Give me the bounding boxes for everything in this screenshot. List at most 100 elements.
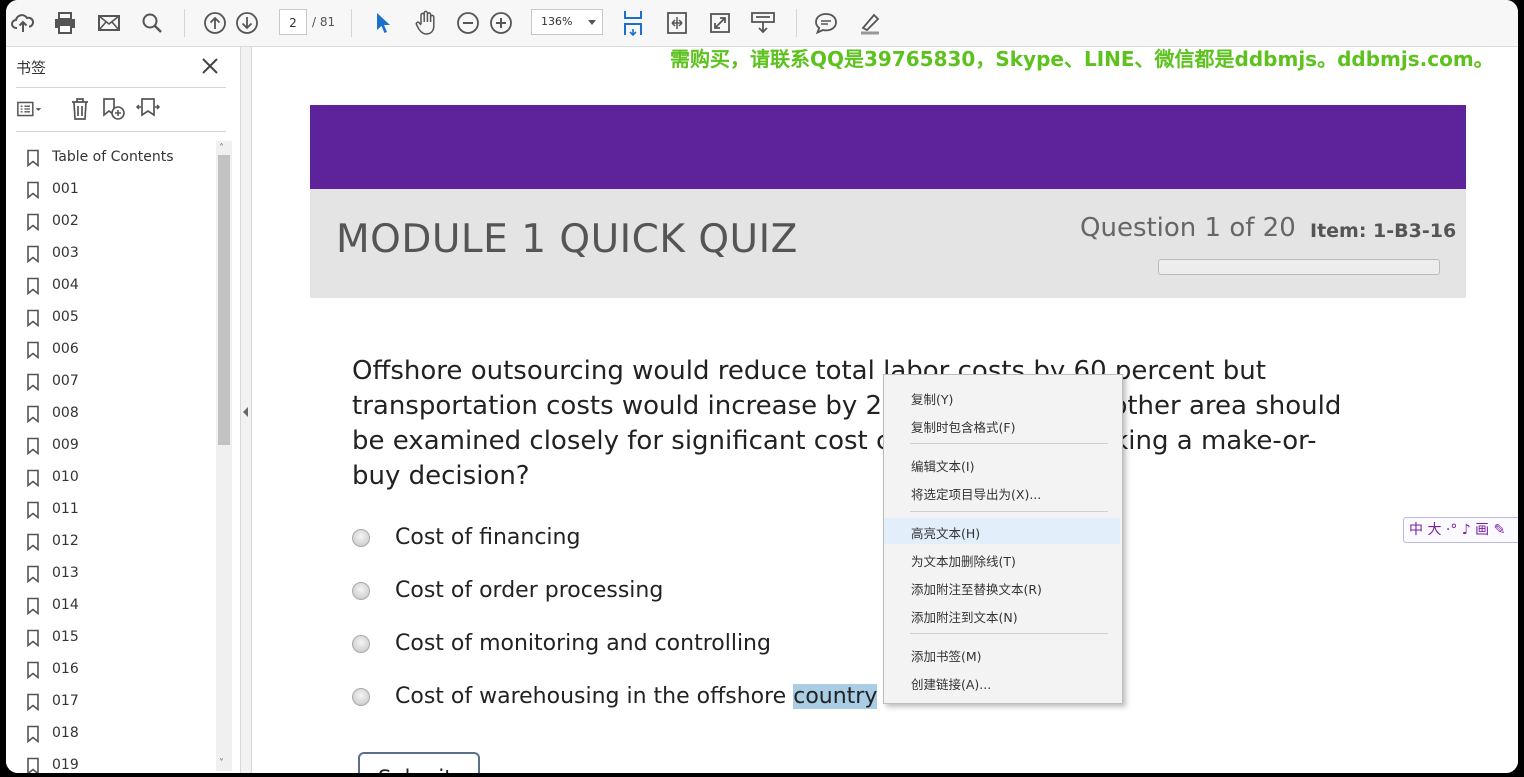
bookmark-options-icon[interactable] [16, 96, 44, 122]
menu-item-replace-note[interactable]: 添加附注至替换文本(R) [884, 574, 1120, 600]
comment-icon[interactable] [813, 10, 839, 36]
fit-page-scroll-icon[interactable] [620, 10, 646, 37]
zoom-in-icon[interactable] [488, 10, 514, 36]
watermark-text: 需购买，请联系QQ是39765830，Skype、LINE、微信都是ddbmjs… [670, 47, 1494, 71]
bookmark-item[interactable]: 003 [6, 237, 216, 269]
bookmark-icon [26, 373, 40, 395]
menu-item-strikethrough[interactable]: 为文本加删除线(T) [884, 546, 1120, 572]
menu-item-export-selection[interactable]: 将选定项目导出为(X)... [884, 479, 1120, 505]
bookmark-item[interactable]: 013 [6, 557, 216, 589]
question-counter: Question 1 of 20 [1080, 213, 1296, 243]
menu-item-add-bookmark[interactable]: 添加书签(M) [884, 641, 1120, 667]
bookmark-icon [26, 725, 40, 747]
menu-item-add-note[interactable]: 添加附注到文本(N) [884, 602, 1120, 628]
menu-separator [910, 443, 1108, 444]
bookmark-item[interactable]: 011 [6, 493, 216, 525]
panel-splitter[interactable] [240, 47, 252, 773]
bookmark-icon [26, 277, 40, 299]
read-mode-icon[interactable] [750, 10, 776, 36]
bookmark-label: 004 [52, 277, 79, 293]
chevron-down-icon[interactable]: ˅ [219, 758, 224, 769]
menu-separator [910, 633, 1108, 634]
close-icon[interactable] [200, 56, 220, 76]
menu-item-label: 复制时包含格式(F) [911, 420, 1016, 435]
full-screen-icon[interactable] [707, 10, 733, 36]
menu-item-copy-with-format[interactable]: 复制时包含格式(F) [884, 412, 1120, 438]
bookmark-item[interactable]: Table of Contents [6, 141, 216, 173]
bookmark-label: 012 [52, 533, 79, 549]
bookmark-item[interactable]: 006 [6, 333, 216, 365]
upload-cloud-icon[interactable] [10, 10, 36, 36]
bookmark-icon [26, 501, 40, 523]
bookmark-label: 009 [52, 437, 79, 453]
submit-button[interactable]: Submit [358, 752, 480, 773]
bookmark-item[interactable]: 005 [6, 301, 216, 333]
bookmark-scroll-thumb[interactable] [218, 155, 230, 445]
menu-item-copy[interactable]: 复制(Y) [884, 384, 1120, 410]
bookmark-item[interactable]: 017 [6, 685, 216, 717]
highlight-pen-icon[interactable] [857, 10, 883, 36]
bookmarks-panel: 书签 Table of Contents 001 002 003 004 005 006 00… [6, 47, 240, 773]
radio-button[interactable] [352, 688, 370, 706]
bookmark-label: Table of Contents [52, 149, 174, 165]
expand-bookmark-icon[interactable] [134, 96, 162, 122]
menu-item-highlight-text[interactable]: 高亮文本(H) [884, 518, 1120, 544]
menu-item-create-link[interactable]: 创建链接(A)... [884, 669, 1120, 695]
page-number-input[interactable]: 2 [279, 9, 307, 35]
zoom-select[interactable]: 136% [531, 9, 603, 35]
collapse-panel-icon[interactable] [243, 407, 248, 417]
selected-text[interactable]: country [793, 684, 878, 709]
bookmark-label: 015 [52, 629, 79, 645]
delete-bookmark-icon[interactable] [66, 96, 94, 122]
menu-item-edit-text[interactable]: 编辑文本(I) [884, 451, 1120, 477]
bookmark-icon [26, 341, 40, 363]
zoom-out-icon[interactable] [455, 10, 481, 36]
next-page-icon[interactable] [234, 10, 260, 36]
bookmark-label: 011 [52, 501, 79, 517]
acrobat-window: 2 / 81 136% 书签 Table of Contents 001 002… [6, 0, 1518, 773]
bookmark-label: 002 [52, 213, 79, 229]
bookmark-item[interactable]: 007 [6, 365, 216, 397]
chevron-up-icon[interactable]: ˄ [219, 143, 224, 154]
bookmark-item[interactable]: 001 [6, 173, 216, 205]
bookmark-item[interactable]: 015 [6, 621, 216, 653]
bookmark-list: Table of Contents 001 002 003 004 005 006 007 00… [6, 141, 216, 773]
toolbar-divider [351, 9, 352, 37]
bookmark-item[interactable]: 010 [6, 461, 216, 493]
bookmark-item[interactable]: 004 [6, 269, 216, 301]
bookmark-icon [26, 245, 40, 267]
search-icon[interactable] [139, 10, 165, 36]
bookmark-item[interactable]: 014 [6, 589, 216, 621]
print-icon[interactable] [52, 10, 78, 36]
bookmark-icon [26, 149, 40, 171]
bookmark-item[interactable]: 002 [6, 205, 216, 237]
fit-width-icon[interactable] [664, 10, 690, 36]
bookmark-label: 014 [52, 597, 79, 613]
chevron-down-icon [588, 20, 596, 25]
select-cursor-icon[interactable] [370, 10, 396, 36]
bookmark-icon [26, 661, 40, 683]
radio-button[interactable] [352, 582, 370, 600]
bookmark-item[interactable]: 019 [6, 749, 216, 773]
menu-item-label: 添加附注至替换文本(R) [911, 582, 1042, 597]
answer-label: Cost of financing [395, 525, 581, 550]
quiz-progress-bar [1158, 259, 1440, 275]
bookmark-icon [26, 565, 40, 587]
toolbar-divider [184, 9, 185, 37]
bookmark-item[interactable]: 008 [6, 397, 216, 429]
previous-page-icon[interactable] [202, 10, 228, 36]
email-icon[interactable] [96, 10, 122, 36]
bookmark-item[interactable]: 018 [6, 717, 216, 749]
menu-item-label: 添加附注到文本(N) [911, 610, 1018, 625]
bookmark-label: 016 [52, 661, 79, 677]
context-menu: 复制(Y) 复制时包含格式(F) 编辑文本(I) 将选定项目导出为(X)... … [883, 374, 1123, 704]
radio-button[interactable] [352, 529, 370, 547]
bookmark-item[interactable]: 012 [6, 525, 216, 557]
bookmark-item[interactable]: 009 [6, 429, 216, 461]
hand-tool-icon[interactable] [413, 10, 439, 36]
answer-label: Cost of monitoring and controlling [395, 631, 771, 656]
radio-button[interactable] [352, 635, 370, 653]
ime-toolbar[interactable]: 中 大 ·° ♪ 画 ✎ [1403, 517, 1518, 543]
new-bookmark-icon[interactable] [99, 96, 127, 122]
bookmark-item[interactable]: 016 [6, 653, 216, 685]
